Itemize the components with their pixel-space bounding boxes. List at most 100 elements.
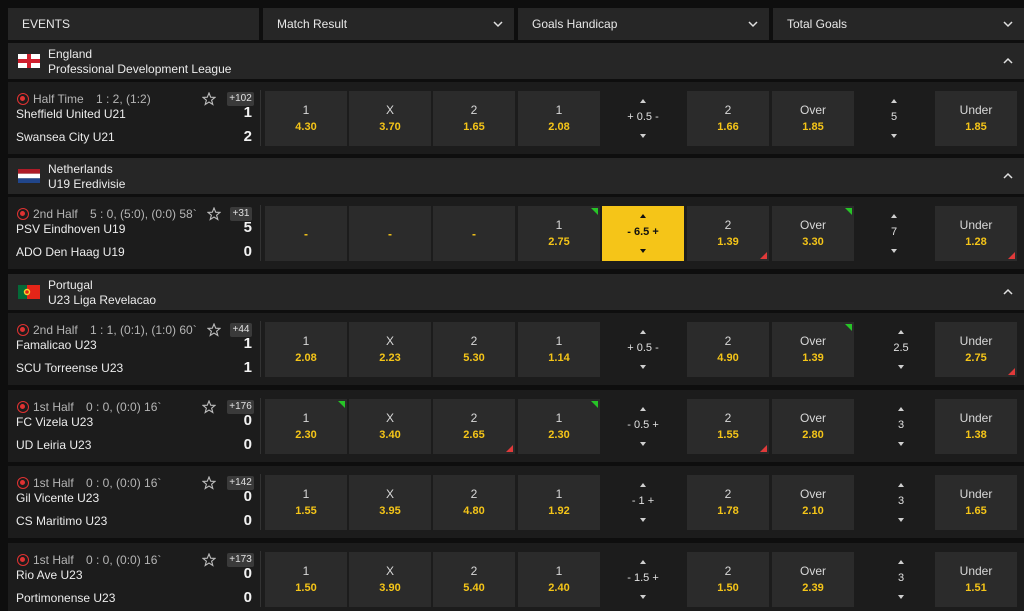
odds-away-win[interactable]: 2 4.80 xyxy=(433,475,515,530)
arrow-up-icon[interactable] xyxy=(640,330,646,334)
chevron-up-icon[interactable] xyxy=(1002,170,1014,182)
chevron-down-icon xyxy=(748,21,758,28)
arrow-down-icon[interactable] xyxy=(640,249,646,253)
arrow-down-icon[interactable] xyxy=(898,365,904,369)
arrow-up-icon[interactable] xyxy=(898,330,904,334)
odds-draw[interactable]: X 3.90 xyxy=(349,552,431,607)
favorite-star-icon[interactable] xyxy=(202,400,216,414)
odds-home-win[interactable]: 1 1.55 xyxy=(265,475,347,530)
chevron-up-icon[interactable] xyxy=(1002,286,1014,298)
odds-away-win[interactable]: 2 5.40 xyxy=(433,552,515,607)
total-under-odds[interactable]: Under 1.51 xyxy=(935,552,1017,607)
odds-draw[interactable]: X 3.40 xyxy=(349,399,431,454)
goals-handicap-dropdown[interactable]: Goals Handicap xyxy=(518,8,769,40)
arrow-up-icon[interactable] xyxy=(640,483,646,487)
arrow-down-icon[interactable] xyxy=(891,249,897,253)
odds-home-win[interactable]: 1 1.50 xyxy=(265,552,347,607)
odds-draw[interactable]: X 3.70 xyxy=(349,91,431,146)
league-header-netherlands[interactable]: Netherlands U19 Eredivisie xyxy=(8,158,1024,194)
total-over-odds[interactable]: Over 3.30 xyxy=(772,206,854,261)
odds-value: 5.40 xyxy=(463,582,485,594)
odds-label: 1 xyxy=(555,334,563,348)
handicap-line-selector[interactable]: + 0.5 - xyxy=(602,322,684,377)
handicap-away-odds[interactable]: 2 4.90 xyxy=(687,322,769,377)
total-under-odds[interactable]: Under 1.65 xyxy=(935,475,1017,530)
handicap-home-odds[interactable]: 1 1.92 xyxy=(518,475,600,530)
odds-home-win[interactable]: 1 4.30 xyxy=(265,91,347,146)
odds-away-win[interactable]: 2 5.30 xyxy=(433,322,515,377)
arrow-down-icon[interactable] xyxy=(898,595,904,599)
total-goals-dropdown[interactable]: Total Goals xyxy=(773,8,1024,40)
home-score: 5 xyxy=(243,219,252,236)
total-over-odds[interactable]: Over 1.39 xyxy=(772,322,854,377)
arrow-down-icon[interactable] xyxy=(640,134,646,138)
odds-label: Over xyxy=(799,334,826,348)
handicap-line-selector[interactable]: - 0.5 + xyxy=(602,399,684,454)
handicap-home-odds[interactable]: 1 2.08 xyxy=(518,91,600,146)
arrow-up-icon[interactable] xyxy=(640,560,646,564)
favorite-star-icon[interactable] xyxy=(207,207,221,221)
match-result-dropdown[interactable]: Match Result xyxy=(263,8,514,40)
odds-home-win[interactable]: 1 2.30 xyxy=(265,399,347,454)
arrow-down-icon[interactable] xyxy=(898,442,904,446)
live-indicator-icon xyxy=(17,554,29,566)
handicap-away-odds[interactable]: 2 1.55 xyxy=(687,399,769,454)
portugal-flag-icon xyxy=(18,285,40,299)
total-over-odds[interactable]: Over 2.80 xyxy=(772,399,854,454)
arrow-up-icon[interactable] xyxy=(640,407,646,411)
league-header-england[interactable]: England Professional Development League xyxy=(8,43,1024,79)
arrow-up-icon[interactable] xyxy=(898,407,904,411)
handicap-line-selector[interactable]: - 6.5 + xyxy=(602,206,684,261)
arrow-up-icon[interactable] xyxy=(640,99,646,103)
total-line-selector[interactable]: 5 xyxy=(853,91,935,146)
arrow-up-icon[interactable] xyxy=(891,99,897,103)
odds-value: 1.50 xyxy=(717,582,739,594)
arrow-down-icon[interactable] xyxy=(640,442,646,446)
handicap-away-odds[interactable]: 2 1.78 xyxy=(687,475,769,530)
odds-value: 3.40 xyxy=(379,429,401,441)
total-line-selector[interactable]: 3 xyxy=(860,399,942,454)
odds-draw[interactable]: X 2.23 xyxy=(349,322,431,377)
handicap-away-odds[interactable]: 2 1.50 xyxy=(687,552,769,607)
total-over-odds[interactable]: Over 1.85 xyxy=(772,91,854,146)
odds-up-indicator xyxy=(591,208,598,215)
handicap-away-odds[interactable]: 2 1.66 xyxy=(687,91,769,146)
arrow-up-icon[interactable] xyxy=(640,214,646,218)
handicap-home-odds[interactable]: 1 1.14 xyxy=(518,322,600,377)
total-under-odds[interactable]: Under 1.38 xyxy=(935,399,1017,454)
arrow-down-icon[interactable] xyxy=(891,134,897,138)
odds-away-win[interactable]: 2 2.65 xyxy=(433,399,515,454)
total-over-odds[interactable]: Over 2.10 xyxy=(772,475,854,530)
arrow-up-icon[interactable] xyxy=(898,560,904,564)
handicap-home-odds[interactable]: 1 2.30 xyxy=(518,399,600,454)
arrow-down-icon[interactable] xyxy=(640,518,646,522)
total-under-odds[interactable]: Under 1.28 xyxy=(935,206,1017,261)
arrow-up-icon[interactable] xyxy=(898,483,904,487)
favorite-star-icon[interactable] xyxy=(207,323,221,337)
total-line-selector[interactable]: 3 xyxy=(860,552,942,607)
total-line-selector[interactable]: 3 xyxy=(860,475,942,530)
arrow-down-icon[interactable] xyxy=(640,595,646,599)
odds-home-win[interactable]: 1 2.08 xyxy=(265,322,347,377)
favorite-star-icon[interactable] xyxy=(202,553,216,567)
handicap-line-selector[interactable]: - 1.5 + xyxy=(602,552,684,607)
favorite-star-icon[interactable] xyxy=(202,476,216,490)
odds-draw[interactable]: X 3.95 xyxy=(349,475,431,530)
chevron-up-icon[interactable] xyxy=(1002,55,1014,67)
handicap-line-selector[interactable]: + 0.5 - xyxy=(602,91,684,146)
total-over-odds[interactable]: Over 2.39 xyxy=(772,552,854,607)
arrow-up-icon[interactable] xyxy=(891,214,897,218)
total-line-selector[interactable]: 7 xyxy=(853,206,935,261)
favorite-star-icon[interactable] xyxy=(202,92,216,106)
total-under-odds[interactable]: Under 1.85 xyxy=(935,91,1017,146)
arrow-down-icon[interactable] xyxy=(898,518,904,522)
handicap-away-odds[interactable]: 2 1.39 xyxy=(687,206,769,261)
arrow-down-icon[interactable] xyxy=(640,365,646,369)
handicap-home-odds[interactable]: 1 2.75 xyxy=(518,206,600,261)
league-header-portugal[interactable]: Portugal U23 Liga Revelacao xyxy=(8,274,1024,310)
handicap-home-odds[interactable]: 1 2.40 xyxy=(518,552,600,607)
handicap-line-selector[interactable]: - 1 + xyxy=(602,475,684,530)
total-line-selector[interactable]: 2.5 xyxy=(860,322,942,377)
total-under-odds[interactable]: Under 2.75 xyxy=(935,322,1017,377)
odds-away-win[interactable]: 2 1.65 xyxy=(433,91,515,146)
